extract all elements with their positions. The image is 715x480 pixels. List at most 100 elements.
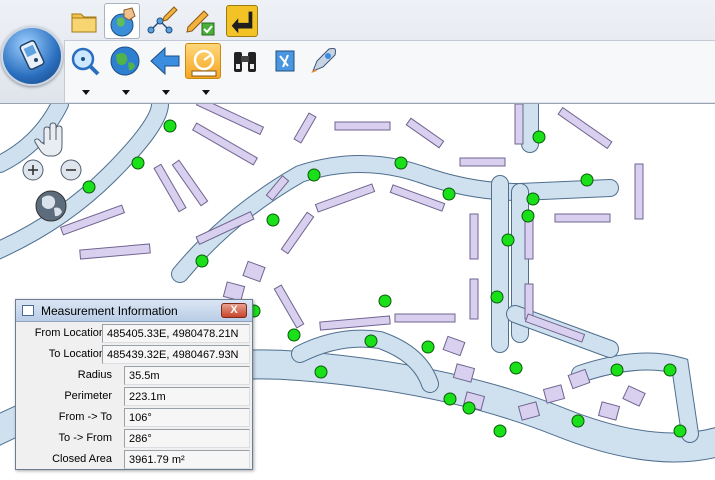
- radius-field[interactable]: 35.5m: [124, 366, 250, 385]
- back-icon: [150, 46, 180, 76]
- chevron-down-icon: [162, 90, 170, 95]
- map-tools-icon: [110, 7, 136, 37]
- closed-area-field[interactable]: 3961.79 m²: [124, 450, 250, 469]
- map-point[interactable]: [501, 233, 515, 247]
- map-point[interactable]: [364, 334, 378, 348]
- bookmark-icon: [275, 50, 295, 72]
- building: [557, 106, 613, 150]
- building: [334, 121, 391, 131]
- map-point[interactable]: [610, 363, 624, 377]
- dialog-titlebar[interactable]: Measurement Information X: [16, 300, 252, 322]
- window-icon: [22, 305, 34, 316]
- map-point[interactable]: [266, 213, 280, 227]
- back-button[interactable]: [147, 43, 183, 79]
- map-point[interactable]: [314, 365, 328, 379]
- edit-confirm-icon: [186, 10, 215, 36]
- globe-button[interactable]: [107, 43, 143, 79]
- map-point[interactable]: [442, 187, 456, 201]
- building: [293, 112, 317, 144]
- row-from-to: From -> To 106°: [16, 407, 252, 428]
- from-to-field[interactable]: 106°: [124, 408, 250, 427]
- zoom-icon: [71, 47, 100, 76]
- map-point[interactable]: [307, 168, 321, 182]
- rocket-icon: [311, 48, 336, 73]
- ribbon-tabs: [64, 3, 715, 39]
- zoom-dropdown[interactable]: [81, 89, 91, 97]
- tab-file[interactable]: [66, 3, 102, 39]
- map-point[interactable]: [378, 294, 392, 308]
- map-point[interactable]: [443, 392, 457, 406]
- tab-map[interactable]: [104, 3, 140, 39]
- zoom-out-icon[interactable]: [60, 159, 82, 181]
- pan-hand-icon[interactable]: [34, 122, 63, 157]
- tab-exit[interactable]: [226, 5, 258, 37]
- map-point[interactable]: [673, 424, 687, 438]
- map-point[interactable]: [493, 424, 507, 438]
- map-point[interactable]: [287, 328, 301, 342]
- measure-dropdown[interactable]: [201, 89, 211, 97]
- zoom-in-icon[interactable]: [22, 159, 44, 181]
- map-point[interactable]: [490, 290, 504, 304]
- launch-button[interactable]: [305, 43, 341, 79]
- zoom-button[interactable]: [67, 43, 103, 79]
- from-to-label: From -> To: [58, 411, 112, 423]
- building: [634, 163, 644, 220]
- building: [469, 278, 479, 320]
- ribbon-toolbar: [0, 0, 715, 104]
- row-to-from: To -> From 286°: [16, 428, 252, 449]
- to-from-field[interactable]: 286°: [124, 429, 250, 448]
- map-point[interactable]: [509, 361, 523, 375]
- find-button[interactable]: [227, 43, 263, 79]
- row-to-location: To Location 485439.32E, 4980467.93N: [16, 344, 252, 365]
- full-extent-globe-icon[interactable]: [35, 190, 67, 222]
- building: [597, 401, 621, 421]
- globe-dropdown[interactable]: [121, 89, 131, 97]
- building: [622, 385, 646, 407]
- perimeter-label: Perimeter: [64, 390, 112, 402]
- to-from-label: To -> From: [58, 432, 112, 444]
- globe-icon: [110, 46, 140, 76]
- tab-validate[interactable]: [182, 3, 218, 39]
- to-location-label: To Location: [48, 348, 105, 360]
- map-point[interactable]: [82, 180, 96, 194]
- map-point[interactable]: [195, 254, 209, 268]
- chevron-down-icon: [122, 90, 130, 95]
- map-point[interactable]: [521, 209, 535, 223]
- building: [459, 157, 506, 167]
- building: [405, 117, 445, 149]
- closed-area-label: Closed Area: [52, 453, 112, 465]
- building: [542, 384, 566, 404]
- map-navigation-control: [14, 118, 84, 228]
- radius-label: Radius: [77, 369, 112, 381]
- map-point[interactable]: [526, 192, 540, 206]
- measure-button[interactable]: [185, 43, 221, 79]
- map-point[interactable]: [163, 119, 177, 133]
- app-menu-orb[interactable]: [1, 26, 63, 86]
- perimeter-field[interactable]: 223.1m: [124, 387, 250, 406]
- building: [273, 284, 305, 329]
- map-point[interactable]: [394, 156, 408, 170]
- row-from-location: From Location 485405.33E, 4980478.21N: [16, 323, 252, 344]
- map-point[interactable]: [421, 340, 435, 354]
- tab-edit[interactable]: [144, 3, 180, 39]
- close-button[interactable]: X: [221, 303, 247, 318]
- building: [394, 313, 456, 323]
- map-point[interactable]: [532, 130, 546, 144]
- map-point[interactable]: [131, 156, 145, 170]
- to-location-field[interactable]: 485439.32E, 4980467.93N: [102, 345, 250, 364]
- row-radius: Radius 35.5m: [16, 365, 252, 386]
- map-point[interactable]: [571, 414, 585, 428]
- map-point[interactable]: [663, 363, 677, 377]
- back-arrow-icon: [231, 11, 253, 34]
- map-point[interactable]: [580, 173, 594, 187]
- building: [280, 211, 315, 255]
- map-point[interactable]: [462, 401, 476, 415]
- from-location-field[interactable]: 485405.33E, 4980478.21N: [102, 324, 250, 343]
- binoculars-icon: [234, 52, 256, 72]
- chevron-down-icon: [82, 90, 90, 95]
- back-dropdown[interactable]: [161, 89, 171, 97]
- bookmark-button[interactable]: [267, 43, 303, 79]
- from-location-label: From Location: [34, 327, 105, 339]
- close-icon: X: [230, 304, 238, 316]
- building: [469, 213, 479, 260]
